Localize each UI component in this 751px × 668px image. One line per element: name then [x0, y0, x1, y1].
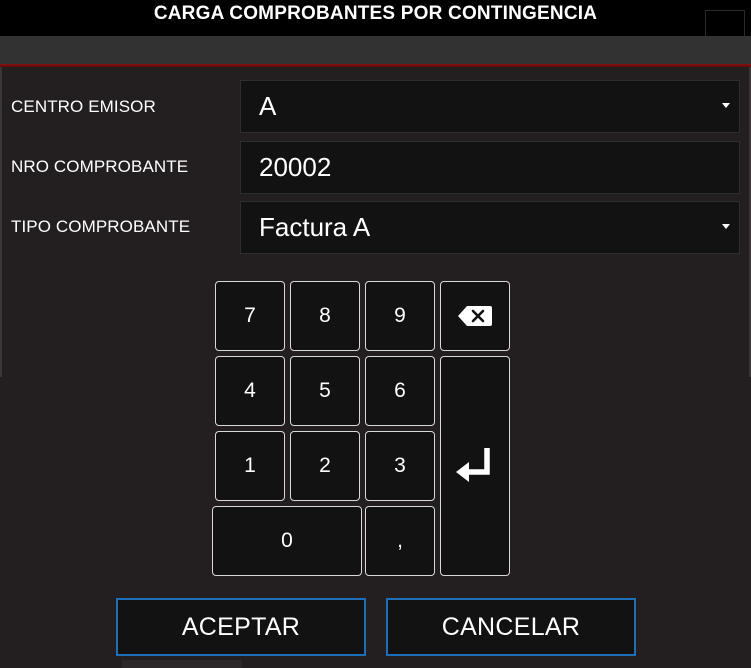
chevron-down-icon — [722, 224, 730, 229]
enter-icon — [456, 448, 490, 482]
window-control[interactable] — [705, 10, 745, 37]
cancel-button[interactable]: CANCELAR — [386, 598, 636, 656]
key-comma[interactable]: , — [365, 506, 435, 576]
tipo-comprobante-select[interactable]: Factura A — [240, 201, 740, 254]
enter-key[interactable] — [440, 356, 510, 576]
backspace-key[interactable] — [440, 281, 510, 351]
tipo-comprobante-label: TIPO COMPROBANTE — [11, 217, 191, 236]
window-title: CARGA COMPROBANTES POR CONTINGENCIA — [153, 3, 598, 24]
backspace-icon — [458, 306, 492, 326]
accept-button[interactable]: ACEPTAR — [116, 598, 366, 656]
tipo-comprobante-value: Factura A — [259, 212, 371, 242]
key-0[interactable]: 0 — [212, 506, 362, 576]
key-4[interactable]: 4 — [215, 356, 285, 426]
key-5[interactable]: 5 — [290, 356, 360, 426]
key-1[interactable]: 1 — [215, 431, 285, 501]
nro-comprobante-label: NRO COMPROBANTE — [11, 157, 189, 176]
dialog-edge-left — [0, 67, 2, 377]
key-3[interactable]: 3 — [365, 431, 435, 501]
nro-comprobante-input[interactable]: 20002 — [240, 141, 740, 194]
chevron-down-icon — [722, 103, 730, 108]
key-2[interactable]: 2 — [290, 431, 360, 501]
centro-emisor-value: A — [259, 91, 277, 121]
background-text-fragment — [122, 660, 242, 668]
key-8[interactable]: 8 — [290, 281, 360, 351]
key-6[interactable]: 6 — [365, 356, 435, 426]
nro-comprobante-value: 20002 — [259, 152, 332, 182]
key-7[interactable]: 7 — [215, 281, 285, 351]
header-band — [0, 36, 751, 64]
key-9[interactable]: 9 — [365, 281, 435, 351]
centro-emisor-label: CENTRO EMISOR — [11, 97, 156, 116]
centro-emisor-select[interactable]: A — [240, 80, 740, 133]
